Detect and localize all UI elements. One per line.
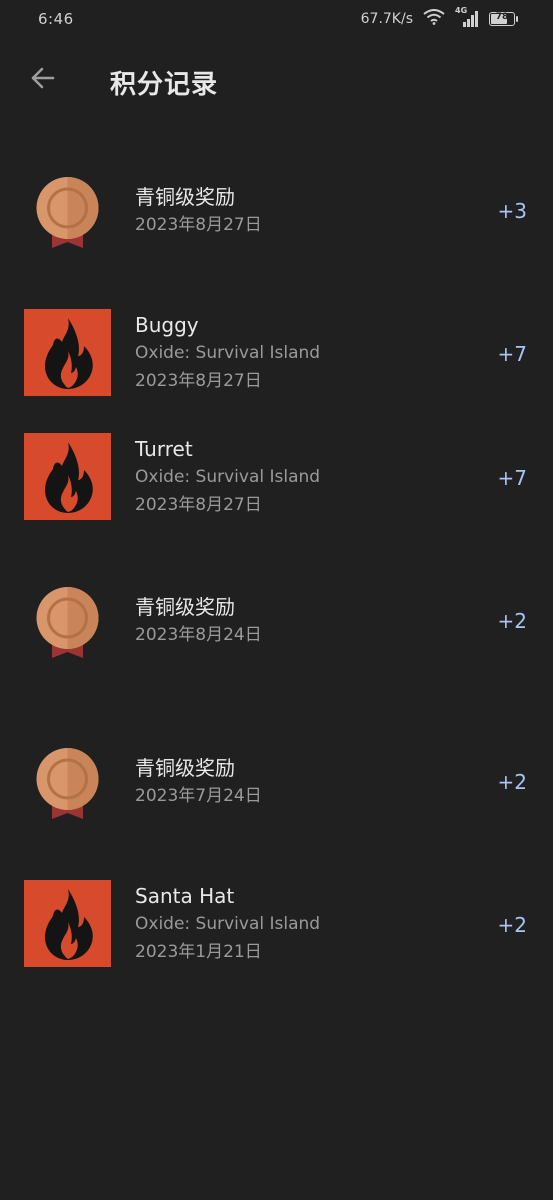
cellular-signal-icon: 4G — [455, 6, 479, 28]
list-item[interactable]: 青铜级奖励 2023年8月24日 +2 — [0, 575, 553, 675]
fire-icon — [24, 433, 111, 520]
record-date: 2023年1月21日 — [135, 942, 262, 962]
record-points: +3 — [497, 199, 527, 223]
record-title: 青铜级奖励 — [135, 595, 235, 619]
record-points: +7 — [497, 466, 527, 490]
back-button[interactable] — [22, 60, 62, 100]
arrow-left-icon — [28, 64, 56, 96]
record-date: 2023年8月27日 — [135, 495, 262, 515]
bronze-medal-icon — [24, 579, 111, 666]
record-game: Oxide: Survival Island — [135, 914, 321, 934]
record-texts: Turret Oxide: Survival Island 2023年8月27日 — [135, 435, 463, 519]
record-texts: Santa Hat Oxide: Survival Island 2023年1月… — [135, 882, 463, 966]
record-date: 2023年8月24日 — [135, 625, 262, 645]
record-date: 2023年8月27日 — [135, 371, 262, 391]
status-icons: 67.7K/s 4G 78 — [360, 6, 518, 30]
record-points: +2 — [497, 609, 527, 633]
record-title: Santa Hat — [135, 884, 235, 908]
list-item[interactable]: Buggy Oxide: Survival Island 2023年8月27日 … — [0, 308, 553, 408]
record-texts: 青铜级奖励 2023年8月27日 — [135, 183, 463, 239]
record-texts: 青铜级奖励 2023年8月24日 — [135, 593, 463, 649]
list-item[interactable]: Santa Hat Oxide: Survival Island 2023年1月… — [0, 879, 553, 979]
record-title: Turret — [135, 437, 193, 461]
fire-icon — [24, 880, 111, 967]
record-title: 青铜级奖励 — [135, 756, 235, 780]
page-title: 积分记录 — [110, 70, 219, 100]
record-game: Oxide: Survival Island — [135, 343, 321, 363]
list-item[interactable]: 青铜级奖励 2023年8月27日 +3 — [0, 165, 553, 265]
record-title: 青铜级奖励 — [135, 185, 235, 209]
record-texts: 青铜级奖励 2023年7月24日 — [135, 754, 463, 810]
battery-level: 78 — [495, 12, 509, 22]
record-game: Oxide: Survival Island — [135, 467, 321, 487]
app-bar: 积分记录 — [0, 50, 553, 110]
record-date: 2023年7月24日 — [135, 786, 262, 806]
record-points: +2 — [497, 913, 527, 937]
battery-icon: 78 — [489, 12, 518, 26]
record-date: 2023年8月27日 — [135, 215, 262, 235]
status-bar: 6:46 67.7K/s 4G 78 — [0, 0, 553, 38]
fire-icon — [24, 309, 111, 396]
record-points: +2 — [497, 770, 527, 794]
status-time: 6:46 — [38, 10, 74, 28]
record-texts: Buggy Oxide: Survival Island 2023年8月27日 — [135, 311, 463, 395]
network-speed: 67.7K/s — [360, 11, 413, 27]
screen: 6:46 67.7K/s 4G 78 积分记录 青铜级奖励 2023年8月27日… — [0, 0, 553, 1200]
bronze-medal-icon — [24, 740, 111, 827]
record-points: +7 — [497, 342, 527, 366]
list-item[interactable]: Turret Oxide: Survival Island 2023年8月27日… — [0, 432, 553, 532]
bronze-medal-icon — [24, 169, 111, 256]
list-item[interactable]: 青铜级奖励 2023年7月24日 +2 — [0, 736, 553, 836]
wifi-icon — [423, 9, 445, 29]
record-title: Buggy — [135, 313, 199, 337]
